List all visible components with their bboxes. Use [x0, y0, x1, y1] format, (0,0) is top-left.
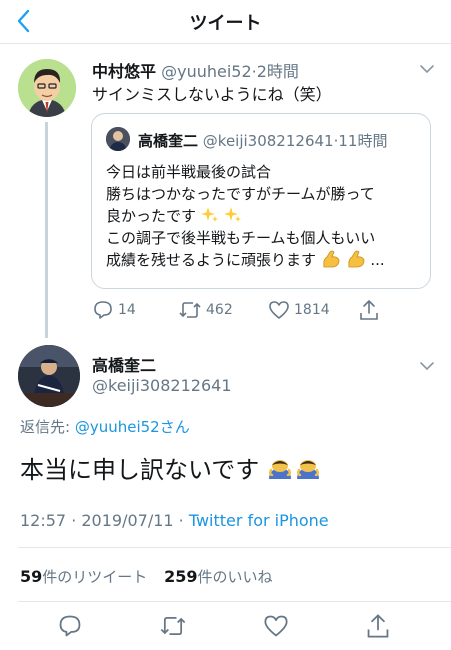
retweet-icon	[160, 616, 186, 636]
quoted-text-line: 成績を残せるように頑張ります ...	[106, 249, 385, 271]
display-name[interactable]: 中村悠平	[92, 62, 156, 81]
quoted-tweet-card[interactable]: 高橋奎二 @keiji308212641·11時間 今日は前半戦最後の試合 勝ち…	[91, 113, 431, 289]
quoted-text-line: 勝ちはつかなったですがチームが勝って	[106, 185, 375, 203]
quoted-text-segment: 良かったです	[106, 207, 197, 225]
sparkles-emoji	[200, 207, 218, 222]
quoted-tweet-header: 高橋奎二 @keiji308212641·11時間	[138, 132, 388, 150]
reply-button[interactable]	[56, 612, 84, 640]
bowing-person-emoji	[297, 459, 320, 479]
quoted-text-line: 良かったです	[106, 205, 242, 227]
like-count: 1814	[294, 302, 330, 318]
like-icon	[264, 615, 288, 637]
reply-icon	[59, 615, 81, 637]
like-stat-label: 件のいいね	[197, 568, 273, 586]
reply-to-link[interactable]: @yuuhei52	[75, 418, 160, 436]
display-name[interactable]: 高橋奎二	[92, 352, 156, 376]
tweet-stats: 59件のリツイート 259件のいいね	[20, 566, 272, 587]
retweet-stat-label: 件のリツイート	[42, 568, 148, 586]
display-name: 高橋奎二	[138, 132, 199, 150]
like-total: 259	[164, 567, 198, 586]
share-button[interactable]	[358, 296, 384, 324]
tweet-action-bar: 14 462 1814	[92, 296, 392, 324]
page-title: ツイート	[189, 13, 262, 34]
divider	[18, 547, 451, 548]
tweet-timestamp: 12:57 · 2019/07/11 ·	[20, 511, 189, 530]
top-nav-bar: ツイート	[0, 0, 451, 44]
retweet-button[interactable]: 462	[178, 296, 233, 324]
like-icon	[269, 301, 289, 319]
truncation-ellipsis: ...	[370, 251, 385, 269]
retweet-total: 59	[20, 567, 43, 586]
user-handle[interactable]: @yuuhei52	[161, 62, 252, 81]
tweet-text: 本当に申し訳ないです	[20, 450, 321, 485]
reply-to-label: 返信先:	[20, 418, 75, 436]
avatar[interactable]	[18, 59, 76, 117]
sparkles-emoji	[223, 207, 241, 222]
bowing-person-emoji	[269, 459, 292, 479]
tweet-header: 中村悠平 @yuuhei52·2時間	[92, 62, 299, 81]
tweet-action-bar	[0, 612, 451, 642]
tweet-meta: 12:57 · 2019/07/11 · Twitter for iPhone	[20, 511, 329, 530]
likes-stat[interactable]: 259件のいいね	[164, 567, 273, 586]
like-button[interactable]: 1814	[268, 296, 330, 324]
reply-icon	[94, 301, 112, 319]
flexed-biceps-emoji	[323, 250, 340, 268]
avatar[interactable]	[18, 345, 80, 407]
divider	[18, 601, 451, 602]
tweet-text-content: 本当に申し訳ないです	[20, 456, 260, 484]
retweet-button[interactable]	[159, 612, 187, 640]
quoted-text-line: 今日は前半戦最後の試合	[106, 163, 272, 181]
retweets-stat[interactable]: 59件のリツイート	[20, 567, 148, 586]
share-icon	[367, 614, 389, 638]
retweet-icon	[179, 302, 201, 318]
tweet-time: 11時間	[338, 132, 388, 150]
thread-connector-line	[45, 122, 48, 338]
chevron-down-icon[interactable]	[419, 361, 435, 371]
user-handle[interactable]: @keiji308212641	[92, 376, 232, 395]
quoted-text-segment: 成績を残せるように頑張ります	[106, 251, 317, 269]
retweet-count: 462	[206, 302, 233, 318]
reply-count: 14	[118, 302, 136, 318]
tweet-source-link[interactable]: Twitter for iPhone	[189, 511, 329, 530]
reply-to-suffix[interactable]: さん	[160, 418, 190, 436]
flexed-biceps-emoji	[347, 250, 364, 268]
tweet-text: サインミスしないようにね（笑）	[92, 85, 332, 104]
share-icon	[360, 300, 378, 320]
chevron-down-icon[interactable]	[419, 64, 435, 74]
tweet-time: 2時間	[256, 62, 299, 81]
like-button[interactable]	[262, 612, 290, 640]
reply-button[interactable]: 14	[92, 296, 136, 324]
user-handle: @keiji308212641	[202, 132, 334, 150]
reply-to-line: 返信先: @yuuhei52さん	[20, 416, 190, 437]
quoted-text-line: この調子で後半戦もチームも個人もいい	[106, 229, 376, 247]
share-button[interactable]	[364, 612, 392, 640]
avatar	[106, 127, 130, 151]
